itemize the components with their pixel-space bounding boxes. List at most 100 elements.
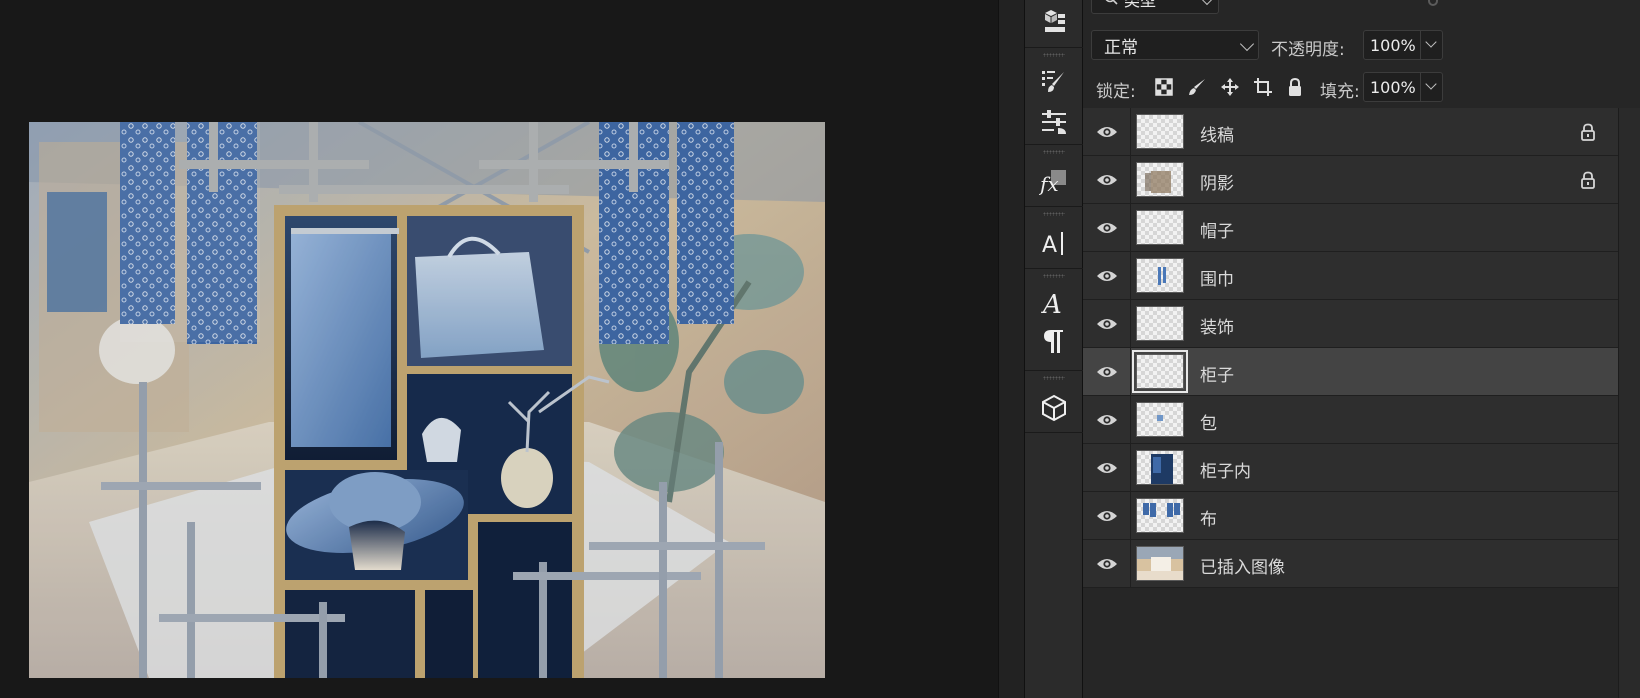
layer-name[interactable]: 布	[1200, 505, 1217, 530]
svg-text:A: A	[1041, 290, 1062, 318]
opacity-value[interactable]: 100%	[1364, 36, 1420, 55]
artwork-image[interactable]	[29, 122, 825, 678]
layer-row-线稿[interactable]: 线稿	[1083, 108, 1618, 156]
layer-lock-icon[interactable]	[1578, 121, 1598, 143]
row-separator	[1130, 348, 1131, 396]
layer-filter-row: 类型	[1083, 0, 1618, 14]
fill-field[interactable]: 100%	[1363, 72, 1443, 102]
opacity-slider-toggle[interactable]	[1421, 31, 1442, 59]
layer-row-柜子内[interactable]: 柜子内	[1083, 444, 1618, 492]
lock-image-pixels-icon[interactable]	[1186, 76, 1208, 98]
layer-thumbnail[interactable]	[1136, 114, 1184, 149]
chevron-down-icon	[1239, 36, 1255, 52]
lock-all-icon[interactable]	[1284, 76, 1306, 98]
layer-row-阴影[interactable]: 阴影	[1083, 156, 1618, 204]
eye-icon[interactable]	[1095, 313, 1119, 335]
eye-icon[interactable]	[1095, 361, 1119, 383]
character-icon[interactable]: A	[1038, 227, 1070, 259]
lock-fill-row: 锁定: 填充: 100%	[1083, 66, 1618, 108]
layer-thumbnail[interactable]	[1136, 162, 1184, 197]
brush-settings-icon[interactable]	[1038, 66, 1070, 98]
eye-icon[interactable]	[1095, 169, 1119, 191]
grip-icon[interactable]	[1043, 150, 1065, 154]
layer-thumbnail[interactable]	[1136, 258, 1184, 293]
layer-thumbnail[interactable]	[1136, 306, 1184, 341]
grip-icon[interactable]	[1043, 53, 1065, 57]
tool-group-glyphs: A	[1025, 281, 1083, 371]
row-separator	[1130, 396, 1131, 444]
opacity-label: 不透明度:	[1271, 40, 1345, 60]
row-separator	[1130, 252, 1131, 300]
eye-icon[interactable]	[1095, 217, 1119, 239]
layer-name[interactable]: 柜子内	[1200, 457, 1251, 482]
paragraph-icon[interactable]	[1038, 325, 1070, 357]
layer-row-布[interactable]: 布	[1083, 492, 1618, 540]
layers-panel: 类型 正常 不透明度: 100% 锁定: 填充: 100% 线稿 阴影 帽子 围…	[1083, 0, 1640, 698]
layer-name[interactable]: 已插入图像	[1200, 553, 1285, 578]
filter-kind-dropdown[interactable]: 类型	[1091, 0, 1219, 14]
chevron-down-icon	[1199, 0, 1215, 6]
layer-thumbnail[interactable]	[1136, 450, 1184, 485]
eye-icon[interactable]	[1095, 553, 1119, 575]
layer-thumbnail[interactable]	[1136, 546, 1184, 581]
glyphs-icon[interactable]: A	[1038, 287, 1070, 319]
layer-thumbnail[interactable]	[1132, 350, 1188, 393]
layer-row-包[interactable]: 包	[1083, 396, 1618, 444]
grip-icon[interactable]	[1043, 274, 1065, 278]
layer-lock-icon[interactable]	[1578, 169, 1598, 191]
eye-icon[interactable]	[1095, 265, 1119, 287]
tool-group-character: A	[1025, 219, 1083, 269]
svg-text:A: A	[1042, 233, 1057, 257]
panel-icon-strip: fx A A	[1025, 0, 1083, 698]
eye-icon[interactable]	[1095, 121, 1119, 143]
fill-slider-toggle[interactable]	[1421, 73, 1442, 101]
filter-toggle-switch[interactable]	[1428, 0, 1438, 6]
blend-mode-value: 正常	[1104, 37, 1138, 58]
layer-row-围巾[interactable]: 围巾	[1083, 252, 1618, 300]
styles-icon[interactable]: fx	[1038, 165, 1070, 197]
layer-thumbnail[interactable]	[1136, 498, 1184, 533]
layer-row-帽子[interactable]: 帽子	[1083, 204, 1618, 252]
lock-transparent-pixels-icon[interactable]	[1153, 76, 1175, 98]
layer-row-已插入图像[interactable]: 已插入图像	[1083, 540, 1618, 588]
3d-icon[interactable]	[1038, 392, 1070, 424]
layers-list: 线稿 阴影 帽子 围巾 装饰 柜子 包 柜子内 布 已插入图像	[1083, 108, 1618, 588]
layer-row-装饰[interactable]: 装饰	[1083, 300, 1618, 348]
row-separator	[1130, 204, 1131, 252]
row-separator	[1130, 156, 1131, 204]
lock-label: 锁定:	[1096, 82, 1136, 102]
document-canvas[interactable]	[0, 0, 1000, 698]
layer-thumbnail[interactable]	[1136, 210, 1184, 245]
eye-icon[interactable]	[1095, 505, 1119, 527]
blend-opacity-row: 正常 不透明度: 100%	[1083, 24, 1618, 66]
opacity-field[interactable]: 100%	[1363, 30, 1443, 60]
row-separator	[1130, 108, 1131, 156]
grip-icon[interactable]	[1043, 376, 1065, 380]
layer-name[interactable]: 装饰	[1200, 313, 1234, 338]
chevron-down-icon	[1425, 36, 1437, 48]
layers-scrollbar[interactable]	[1618, 108, 1640, 698]
layer-name[interactable]: 线稿	[1200, 121, 1234, 146]
blend-mode-dropdown[interactable]: 正常	[1091, 30, 1259, 60]
layer-name[interactable]: 帽子	[1200, 217, 1234, 242]
adjustments-icon[interactable]	[1038, 106, 1070, 138]
eye-icon[interactable]	[1095, 457, 1119, 479]
layer-row-柜子[interactable]: 柜子	[1083, 348, 1618, 396]
layer-name[interactable]: 阴影	[1200, 169, 1234, 194]
row-separator	[1130, 444, 1131, 492]
grip-icon[interactable]	[1043, 212, 1065, 216]
lock-position-icon[interactable]	[1219, 76, 1241, 98]
artboard-nesting-icon[interactable]	[1252, 76, 1274, 98]
layer-name[interactable]: 柜子	[1200, 361, 1234, 386]
fill-value[interactable]: 100%	[1364, 78, 1420, 97]
layer-name[interactable]: 包	[1200, 409, 1217, 434]
tool-group-3d	[1025, 383, 1083, 433]
row-separator	[1130, 300, 1131, 348]
eye-icon[interactable]	[1095, 409, 1119, 431]
filter-kind-label: 类型	[1124, 0, 1157, 10]
layer-name[interactable]: 围巾	[1200, 265, 1234, 290]
panel-collapse-bar[interactable]	[998, 0, 1025, 698]
layer-thumbnail[interactable]	[1136, 402, 1184, 437]
fill-label: 填充:	[1320, 82, 1360, 102]
libraries-icon[interactable]	[1038, 6, 1070, 38]
